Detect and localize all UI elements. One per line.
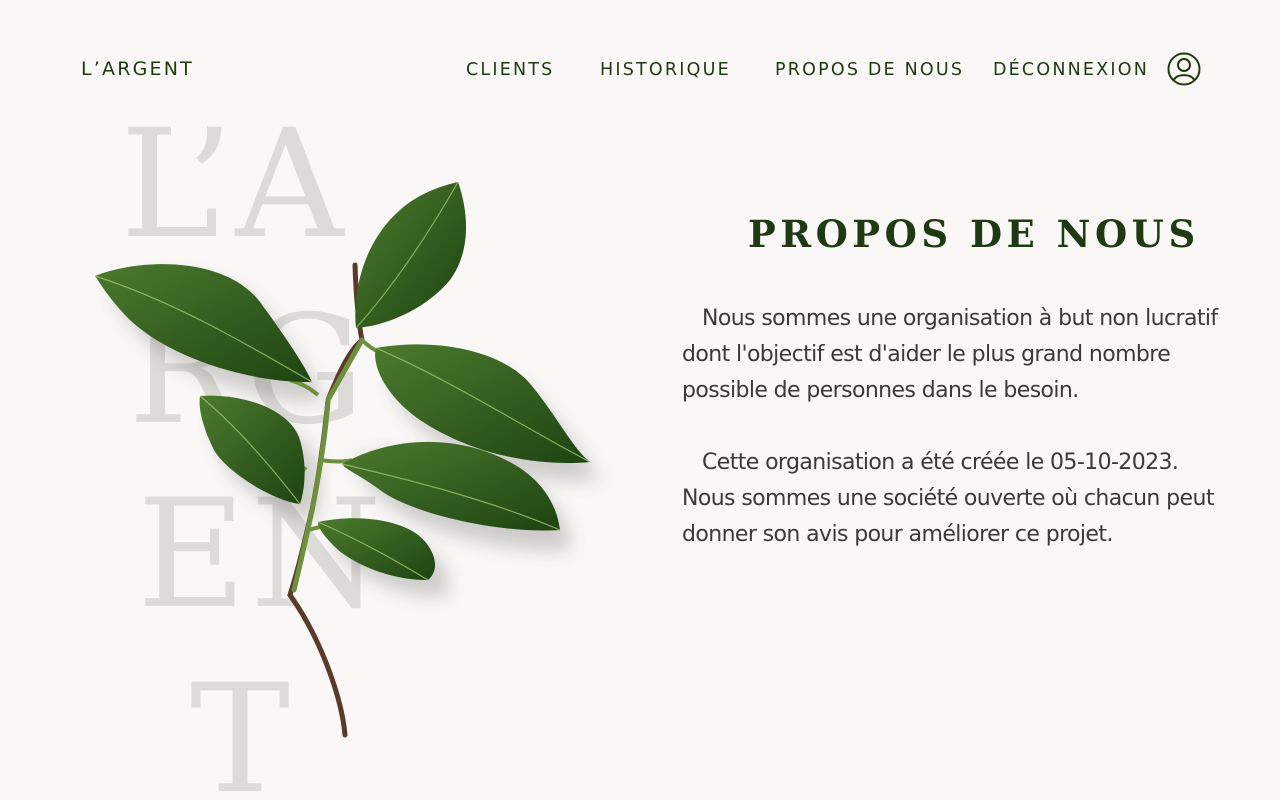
about-page: L’ARGENT CLIENTS HISTORIQUE PROPOS DE NO… xyxy=(0,0,1280,800)
leaf-branch-image xyxy=(80,170,620,750)
user-circle-icon xyxy=(1167,52,1201,86)
nav-historique[interactable]: HISTORIQUE xyxy=(600,60,731,80)
nav-propos-de-nous[interactable]: PROPOS DE NOUS xyxy=(775,60,964,80)
about-paragraph-2: Cette organisation a été créée le 05-10-… xyxy=(682,450,1214,547)
main-nav: CLIENTS HISTORIQUE PROPOS DE NOUS DÉCONN… xyxy=(0,60,1280,90)
nav-clients[interactable]: CLIENTS xyxy=(466,60,554,80)
page-title: PROPOS DE NOUS xyxy=(748,212,1200,256)
nav-deconnexion[interactable]: DÉCONNEXION xyxy=(993,60,1149,80)
about-paragraph-1: Nous sommes une organisation à but non l… xyxy=(682,306,1218,403)
user-account-button[interactable] xyxy=(1166,51,1202,87)
